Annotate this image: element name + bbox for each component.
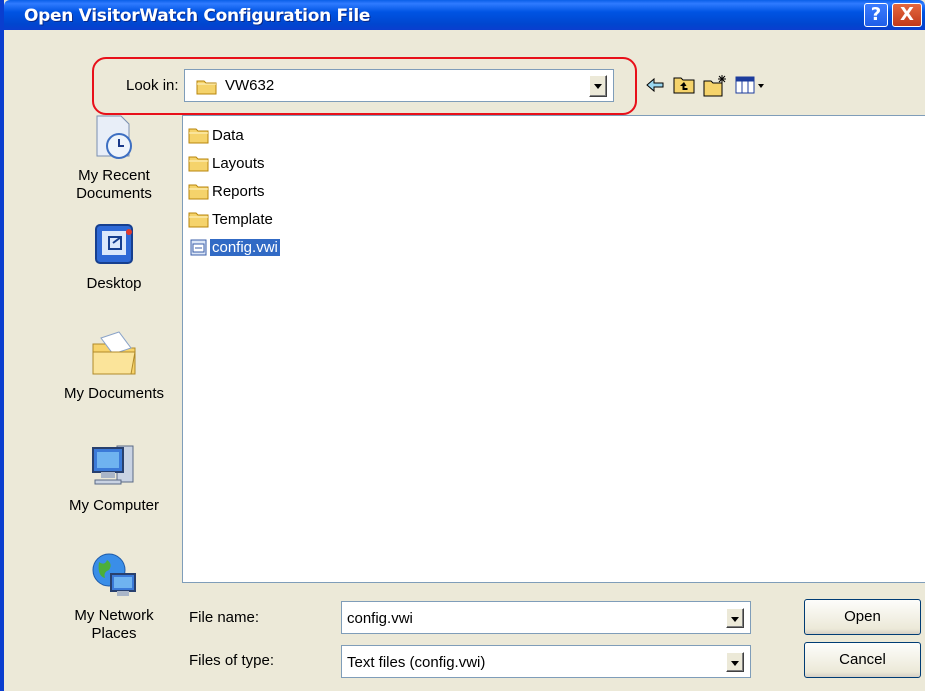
folder-icon bbox=[196, 80, 217, 95]
back-arrow-icon[interactable] bbox=[644, 74, 666, 96]
look-in-dropdown[interactable]: VW632 bbox=[184, 69, 614, 102]
place-label-line1: My Documents bbox=[63, 385, 165, 402]
file-name-field[interactable]: config.vwi bbox=[341, 601, 751, 634]
file-name: config.vwi bbox=[210, 238, 280, 256]
file-name-value: config.vwi bbox=[347, 610, 413, 627]
place-my-documents[interactable]: My Documents bbox=[44, 328, 184, 403]
folder-icon bbox=[188, 156, 209, 172]
open-file-dialog: Open VisitorWatch Configuration File ? X… bbox=[0, 0, 925, 691]
file-name: Template bbox=[212, 210, 273, 228]
file-name: Layouts bbox=[212, 154, 265, 172]
network-places-icon bbox=[92, 553, 136, 596]
list-item[interactable]: Data bbox=[188, 124, 246, 146]
my-computer-icon bbox=[92, 445, 134, 485]
view-menu-icon[interactable] bbox=[734, 74, 766, 96]
files-of-type-label: Files of type: bbox=[189, 652, 275, 669]
look-in-label: Look in: bbox=[126, 77, 179, 94]
files-of-type-value: Text files (config.vwi) bbox=[347, 654, 486, 671]
help-button[interactable]: ? bbox=[864, 3, 888, 27]
place-label-line1: My Recent bbox=[78, 167, 150, 184]
cancel-button[interactable]: Cancel bbox=[804, 642, 921, 678]
close-button[interactable]: X bbox=[892, 3, 922, 27]
place-label-line1: My Network bbox=[74, 607, 154, 624]
list-item[interactable]: Template bbox=[188, 208, 275, 230]
file-name-dropdown-button[interactable] bbox=[726, 608, 744, 628]
place-label-line1: Desktop bbox=[86, 275, 142, 292]
place-my-computer[interactable]: My Computer bbox=[44, 440, 184, 515]
recent-documents-icon bbox=[96, 115, 132, 159]
folder-icon bbox=[188, 212, 209, 228]
config-file-icon bbox=[190, 239, 207, 256]
look-in-value: VW632 bbox=[225, 77, 275, 94]
create-new-folder-icon[interactable] bbox=[702, 74, 728, 98]
place-label-line2: Places bbox=[91, 625, 137, 642]
files-of-type-dropdown[interactable]: Text files (config.vwi) bbox=[341, 645, 751, 678]
file-list[interactable]: Data Layouts Reports Template config.vwi bbox=[182, 115, 925, 583]
folder-icon bbox=[188, 128, 209, 144]
list-item[interactable]: Reports bbox=[188, 180, 267, 202]
file-name-label: File name: bbox=[189, 609, 260, 626]
place-desktop[interactable]: Desktop bbox=[44, 220, 184, 293]
dialog-title: Open VisitorWatch Configuration File bbox=[24, 6, 371, 26]
look-in-dropdown-button[interactable] bbox=[589, 75, 607, 97]
files-of-type-dropdown-button[interactable] bbox=[726, 652, 744, 672]
place-label-line2: Documents bbox=[76, 185, 152, 202]
list-item[interactable]: config.vwi bbox=[188, 236, 280, 258]
folder-icon bbox=[188, 184, 209, 200]
list-item[interactable]: Layouts bbox=[188, 152, 267, 174]
place-label-line1: My Computer bbox=[68, 497, 160, 514]
up-one-level-icon[interactable] bbox=[672, 74, 696, 96]
open-button[interactable]: Open bbox=[804, 599, 921, 635]
desktop-icon bbox=[95, 224, 133, 264]
file-name: Data bbox=[212, 126, 244, 144]
file-name: Reports bbox=[212, 182, 265, 200]
place-my-recent-documents[interactable]: My Recent Documents bbox=[44, 110, 184, 203]
title-bar[interactable]: Open VisitorWatch Configuration File ? X bbox=[4, 0, 925, 30]
place-my-network-places[interactable]: My Network Places bbox=[44, 548, 184, 643]
my-documents-icon bbox=[92, 331, 136, 375]
